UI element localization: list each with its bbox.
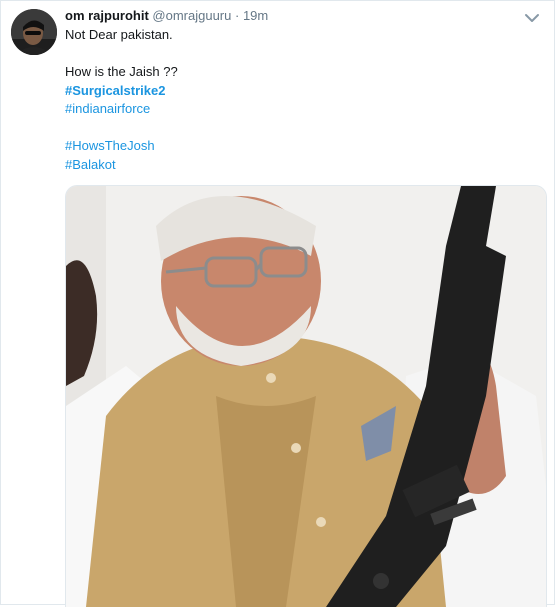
avatar[interactable] [11,9,57,55]
tweet-body: Not Dear pakistan. How is the Jaish ?? #… [65,26,178,174]
hashtag-link[interactable]: #HowsTheJosh [65,138,155,153]
author-handle[interactable]: @omrajguuru [152,8,231,23]
chevron-down-icon[interactable] [524,11,540,23]
tweet-timestamp[interactable]: 19m [243,8,268,23]
separator: · [234,8,240,23]
hashtag-link[interactable]: #Balakot [65,157,116,172]
tweet-media-photo[interactable] [65,185,547,607]
avatar-image [11,9,57,55]
tweet-line: Not Dear pakistan. [65,27,173,42]
tweet-line: How is the Jaish ?? [65,64,178,79]
hashtag-link[interactable]: #indianairforce [65,101,150,116]
hashtag-link[interactable]: #Surgicalstrike2 [65,83,165,98]
tweet-header: om rajpurohit @omrajguuru · 19m [65,8,268,24]
tweet-card[interactable]: om rajpurohit @omrajguuru · 19m Not Dear… [0,0,555,607]
photo-illustration [66,186,546,607]
author-name[interactable]: om rajpurohit [65,8,149,23]
